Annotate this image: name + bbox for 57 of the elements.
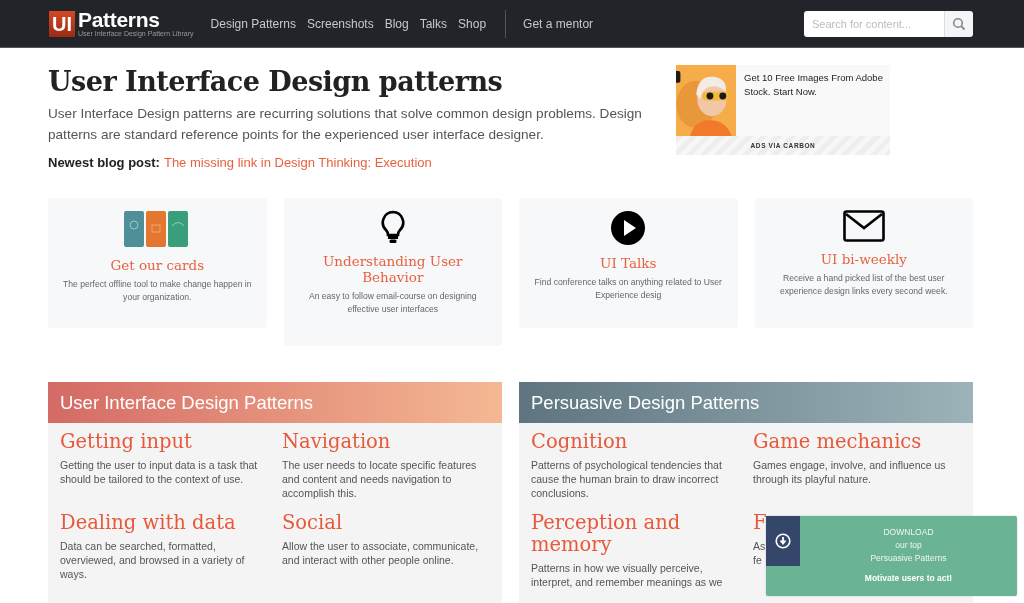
category-description: Games engage, involve, and influence us through its playful nature.	[753, 458, 947, 486]
blog-link[interactable]: The missing link in Design Thinking: Execution	[163, 155, 432, 170]
search-field[interactable]: Search for content...	[804, 10, 944, 37]
category-description: Data can be searched, formatted, overviewed, and browsed in a variety of ways.	[60, 539, 246, 581]
nav-link[interactable]: Design Patterns	[210, 16, 296, 31]
category-description: Getting the user to input data is a task that should be tailored to the context of use.	[60, 458, 259, 486]
download-toast[interactable]: DOWNLOAD our top Persuasive Patterns Motivate users to act!	[766, 516, 1017, 596]
banner-text: our top	[895, 539, 922, 552]
category-description: Allow the user to associate, communicate, and interact with other people online.	[282, 539, 480, 567]
logo-text[interactable]: Patterns	[78, 9, 194, 30]
pattern-category-link[interactable]: Social	[282, 512, 343, 534]
mentor-link[interactable]: Get a mentor	[523, 16, 594, 31]
play-icon	[610, 210, 647, 246]
nav-link[interactable]: Shop	[458, 16, 487, 31]
nav-link[interactable]: Blog	[384, 16, 409, 31]
pattern-category-link[interactable]: Game mechanics	[753, 431, 922, 453]
section-header: Persuasive Design Patterns	[519, 382, 973, 423]
card-description: The perfect offline tool to make change happen in your organization.	[62, 278, 253, 304]
banner-cta[interactable]: Motivate users to act!	[864, 573, 953, 583]
cards-icon	[124, 210, 191, 248]
category-description: As	[753, 539, 766, 553]
search-icon	[952, 16, 966, 31]
download-icon	[775, 533, 791, 549]
card-description: Receive a hand picked list of the best user experience design links every second week.	[778, 272, 949, 298]
category-description: Patterns in how we visually perceive, interpret, and remember meanings as we	[531, 561, 724, 589]
banner-text: DOWNLOAD	[883, 526, 934, 539]
feature-card[interactable]: Understanding User Behavior An easy to follow email-course on designing effective user interfaces	[283, 198, 502, 346]
feature-card[interactable]: UI bi-weekly Receive a hand picked list of the best user experience design links every second week.	[754, 198, 973, 328]
nav-link[interactable]: Screenshots	[306, 16, 374, 31]
card-description: An easy to follow email-course on designing effective user interfaces	[307, 290, 478, 316]
lightbulb-icon	[379, 210, 406, 244]
category-description: fe	[753, 553, 762, 567]
ad-text[interactable]: Get 10 Free Images From Adobe Stock. Start Now.	[736, 65, 890, 136]
pattern-category-link[interactable]: Dealing with data	[60, 512, 236, 534]
card-title[interactable]: Understanding User Behavior	[297, 253, 488, 285]
category-description: Patterns of psychological tendencies that cause the human brain to draw incorrect conclusions.	[531, 458, 723, 500]
logo-mark[interactable]: UI	[49, 10, 75, 37]
section-header: User Interface Design Patterns	[48, 382, 502, 423]
pattern-category-link[interactable]: Getting input	[60, 431, 192, 453]
feature-card[interactable]: UI Talks Find conference talks on anything related to User Experience desig	[519, 198, 738, 328]
card-description: Find conference talks on anything related to User Experience desig	[533, 276, 723, 302]
nav-link[interactable]: Talks	[419, 16, 448, 31]
pattern-category-link[interactable]: Cognition	[531, 431, 628, 453]
pattern-category-link[interactable]: Perception and memory	[531, 512, 739, 556]
card-title[interactable]: Get our cards	[110, 257, 205, 273]
pattern-category-link[interactable]: Navigation	[282, 431, 391, 453]
feature-card[interactable]: Get our cards The perfect offline tool to make change happen in your organization.	[48, 198, 267, 328]
search-button[interactable]	[944, 10, 973, 37]
card-title[interactable]: UI bi-weekly	[820, 251, 907, 267]
page-title: User Interface Design patterns	[48, 65, 504, 99]
pattern-category-link[interactable]: F	[753, 512, 767, 534]
banner-text: Persuasive Patterns	[870, 552, 947, 565]
card-title[interactable]: UI Talks	[600, 255, 657, 271]
intro-text: User Interface Design patterns are recurring solutions that solve common design problems. Design patterns are standard reference points for the experienced user interface designer.	[48, 105, 643, 144]
blog-label: Newest blog post:	[48, 155, 160, 170]
mail-icon	[842, 210, 885, 242]
category-description: The user needs to locate specific features and content and needs navigation to accomplish this.	[282, 458, 478, 500]
